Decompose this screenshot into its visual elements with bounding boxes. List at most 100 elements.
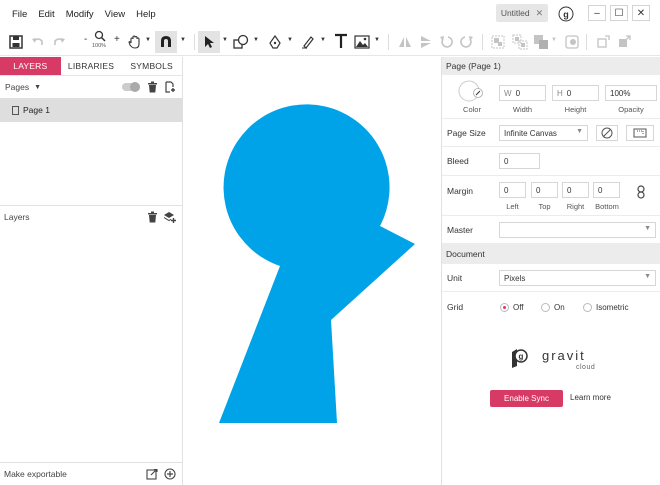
toolbar-divider (586, 34, 587, 50)
zoom-in-button[interactable]: + (114, 34, 120, 45)
pencil-chevron-down-icon[interactable]: ▼ (320, 37, 326, 43)
pen-chevron-down-icon[interactable]: ▼ (287, 37, 293, 43)
zoom-icon[interactable] (94, 28, 106, 44)
grid-off-radio[interactable] (500, 303, 509, 312)
unit-value: Pixels (504, 273, 526, 283)
save-icon[interactable] (9, 34, 23, 50)
canvas[interactable] (184, 57, 441, 485)
margin-top-label: Top (538, 202, 551, 211)
tab-libraries[interactable]: LIBRARIES (61, 57, 122, 75)
rotate-left-icon[interactable] (439, 34, 453, 50)
menu-help[interactable]: Help (136, 9, 156, 20)
height-field[interactable]: H 0 (552, 85, 599, 101)
menu-modify[interactable]: Modify (66, 9, 94, 20)
page-appearance-row: Color W 0 Width H 0 Height 100% Opacity (442, 75, 660, 119)
image-chevron-down-icon[interactable]: ▼ (374, 37, 380, 43)
boolean-chevron-down-icon[interactable]: ▼ (551, 37, 557, 43)
page-item-label: Page 1 (23, 105, 50, 115)
export-icon[interactable] (146, 469, 158, 480)
redo-icon[interactable] (52, 34, 66, 50)
maximize-button[interactable]: ☐ (610, 5, 628, 21)
margin-right-field[interactable]: 0 (562, 182, 589, 198)
page-list-item[interactable]: Page 1 (0, 98, 182, 122)
toolbar-divider (482, 34, 483, 50)
zoom-level: 100% (92, 43, 107, 49)
shape-tool-icon[interactable] (233, 34, 249, 50)
learn-more-link[interactable]: Learn more (570, 393, 611, 402)
bleed-field[interactable]: 0 (499, 153, 540, 169)
window-close-button[interactable]: ✕ (632, 5, 650, 21)
keyhole-shape[interactable] (219, 104, 415, 423)
grid-on-radio[interactable] (541, 303, 550, 312)
pen-tool-icon[interactable] (268, 34, 282, 50)
symbol-create-icon[interactable] (596, 34, 610, 50)
tab-symbols[interactable]: SYMBOLS (121, 57, 182, 75)
pointer-chevron-down-icon[interactable]: ▼ (222, 37, 228, 43)
document-tab-title: Untitled (500, 8, 530, 18)
delete-layer-trash-icon[interactable] (147, 211, 158, 223)
flip-vertical-icon[interactable] (419, 34, 433, 50)
unit-select[interactable]: Pixels ▼ (499, 270, 656, 286)
make-exportable-row: Make exportable (0, 462, 183, 485)
margin-left-field[interactable]: 0 (499, 182, 526, 198)
brand-subtitle: cloud (576, 364, 596, 371)
magnet-snap-icon[interactable] (155, 31, 177, 53)
color-label: Color (463, 105, 481, 114)
flip-horizontal-icon[interactable] (398, 34, 412, 50)
pages-chevron-down-icon[interactable]: ▼ (34, 84, 41, 91)
page-size-select[interactable]: Infinite Canvas ▼ (499, 125, 588, 141)
menu-edit[interactable]: Edit (38, 9, 54, 20)
grid-isometric-radio[interactable] (583, 303, 592, 312)
image-tool-icon[interactable] (354, 34, 370, 50)
master-select[interactable]: ▼ (499, 222, 656, 238)
grid-on-label: On (554, 303, 565, 312)
margin-label: Margin (447, 186, 473, 196)
group-icon[interactable] (490, 34, 506, 50)
pages-toggle[interactable] (122, 82, 140, 92)
add-layer-icon[interactable] (164, 211, 176, 223)
document-header: Document (442, 244, 660, 264)
menu-view[interactable]: View (105, 9, 125, 20)
unit-row: Unit Pixels ▼ (442, 264, 660, 292)
tab-layers[interactable]: LAYERS (0, 57, 61, 75)
menu-file[interactable]: File (12, 9, 27, 20)
hand-tool-icon[interactable] (127, 34, 143, 50)
opacity-field[interactable]: 100% (605, 85, 657, 101)
color-swatch[interactable] (458, 80, 484, 102)
zoom-out-button[interactable]: - (84, 34, 87, 45)
width-field[interactable]: W 0 (499, 85, 546, 101)
panel-divider (0, 205, 183, 206)
grid-isometric-label: Isometric (596, 303, 629, 312)
add-page-icon[interactable] (165, 81, 176, 93)
margin-top-field[interactable]: 0 (531, 182, 558, 198)
pointer-tool-icon[interactable] (198, 31, 220, 53)
fit-page-button[interactable] (626, 125, 654, 141)
document-tab[interactable]: Untitled ✕ (496, 4, 548, 22)
link-margins-icon[interactable] (636, 185, 646, 199)
toolbar-divider (194, 34, 195, 50)
hand-tool-chevron-down-icon[interactable]: ▼ (145, 37, 151, 43)
margin-bottom-field[interactable]: 0 (593, 182, 620, 198)
symbol-detach-icon[interactable] (617, 34, 631, 50)
rotate-right-icon[interactable] (460, 34, 474, 50)
minimize-button[interactable]: – (588, 5, 606, 21)
fit-page-icon (633, 128, 647, 138)
delete-page-trash-icon[interactable] (147, 81, 158, 93)
bleed-label: Bleed (447, 156, 469, 166)
add-export-icon[interactable] (164, 468, 176, 480)
boolean-operations-icon[interactable] (533, 34, 549, 50)
text-tool-icon[interactable] (334, 33, 348, 49)
page-orientation-button[interactable] (596, 125, 618, 141)
undo-icon[interactable] (31, 34, 45, 50)
mask-icon[interactable] (565, 34, 579, 50)
margin-right-label: Right (566, 202, 585, 211)
shape-chevron-down-icon[interactable]: ▼ (253, 37, 259, 43)
tab-close-icon[interactable]: ✕ (536, 8, 544, 19)
pencil-tool-icon[interactable] (301, 34, 315, 50)
enable-sync-button[interactable]: Enable Sync (490, 390, 563, 407)
ungroup-icon[interactable] (512, 34, 528, 50)
svg-text:g: g (563, 10, 569, 20)
page-size-chevron-down-icon: ▼ (576, 128, 583, 135)
snap-chevron-down-icon[interactable]: ▼ (180, 37, 186, 43)
left-panel: LAYERS LIBRARIES SYMBOLS Pages ▼ Page 1 … (0, 57, 183, 485)
